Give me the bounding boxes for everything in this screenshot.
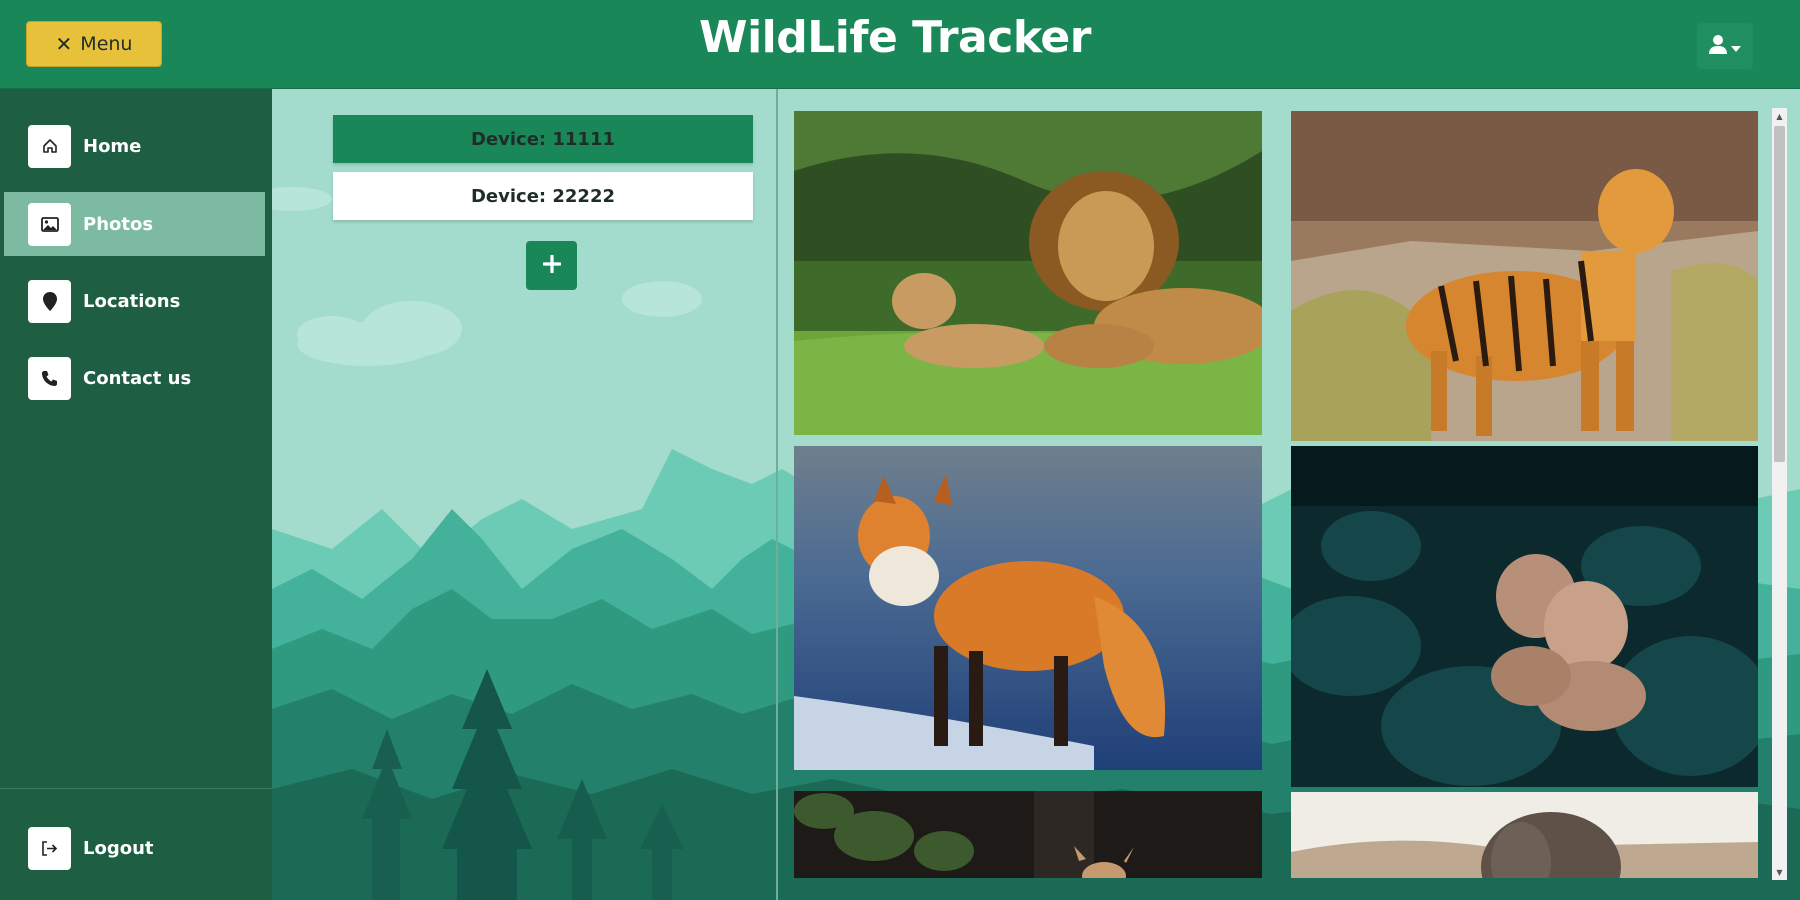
device-item-22222[interactable]: Device: 22222 [333, 172, 753, 220]
sidebar-item-label: Photos [83, 213, 154, 235]
logout-icon [28, 826, 71, 870]
photo-red-fox[interactable] [794, 446, 1262, 770]
image-icon [28, 202, 71, 246]
photo-deer[interactable] [794, 791, 1262, 878]
photos-scrollbar[interactable]: ▲ ▼ [1772, 108, 1787, 880]
phone-icon [28, 356, 71, 400]
scroll-up-icon[interactable]: ▲ [1772, 108, 1787, 124]
panel-divider [776, 89, 778, 900]
sidebar-divider [0, 788, 272, 789]
app-title: WildLife Tracker [699, 12, 1091, 63]
photo-lionesses[interactable] [1291, 446, 1758, 787]
home-icon [28, 124, 71, 168]
sidebar-item-photos[interactable]: Photos [4, 192, 265, 256]
user-icon [1709, 34, 1727, 58]
sidebar-item-contact[interactable]: Contact us [4, 346, 265, 410]
sidebar-item-logout[interactable]: Logout [4, 816, 265, 880]
map-pin-icon [28, 279, 71, 323]
photo-lion-with-cub[interactable] [794, 111, 1262, 435]
plus-icon [541, 253, 562, 277]
photo-tiger[interactable] [1291, 111, 1758, 441]
caret-down-icon [1731, 37, 1741, 56]
sidebar-item-label: Locations [83, 290, 181, 312]
sidebar-item-label: Logout [83, 837, 154, 859]
sidebar-item-label: Contact us [83, 367, 192, 389]
sidebar-item-home[interactable]: Home [4, 114, 265, 178]
scroll-down-icon[interactable]: ▼ [1772, 864, 1787, 880]
sidebar-item-label: Home [83, 135, 142, 157]
scrollbar-thumb[interactable] [1774, 126, 1785, 462]
user-menu-button[interactable] [1697, 23, 1753, 69]
device-item-11111[interactable]: Device: 11111 [333, 115, 753, 163]
sidebar-item-locations[interactable]: Locations [4, 269, 265, 333]
add-device-button[interactable] [526, 241, 577, 290]
photo-elephant[interactable] [1291, 792, 1758, 878]
top-header: ✕ Menu WildLife Tracker [0, 0, 1800, 89]
sidebar: Home Photos Locations Contact us Logout [0, 89, 272, 900]
